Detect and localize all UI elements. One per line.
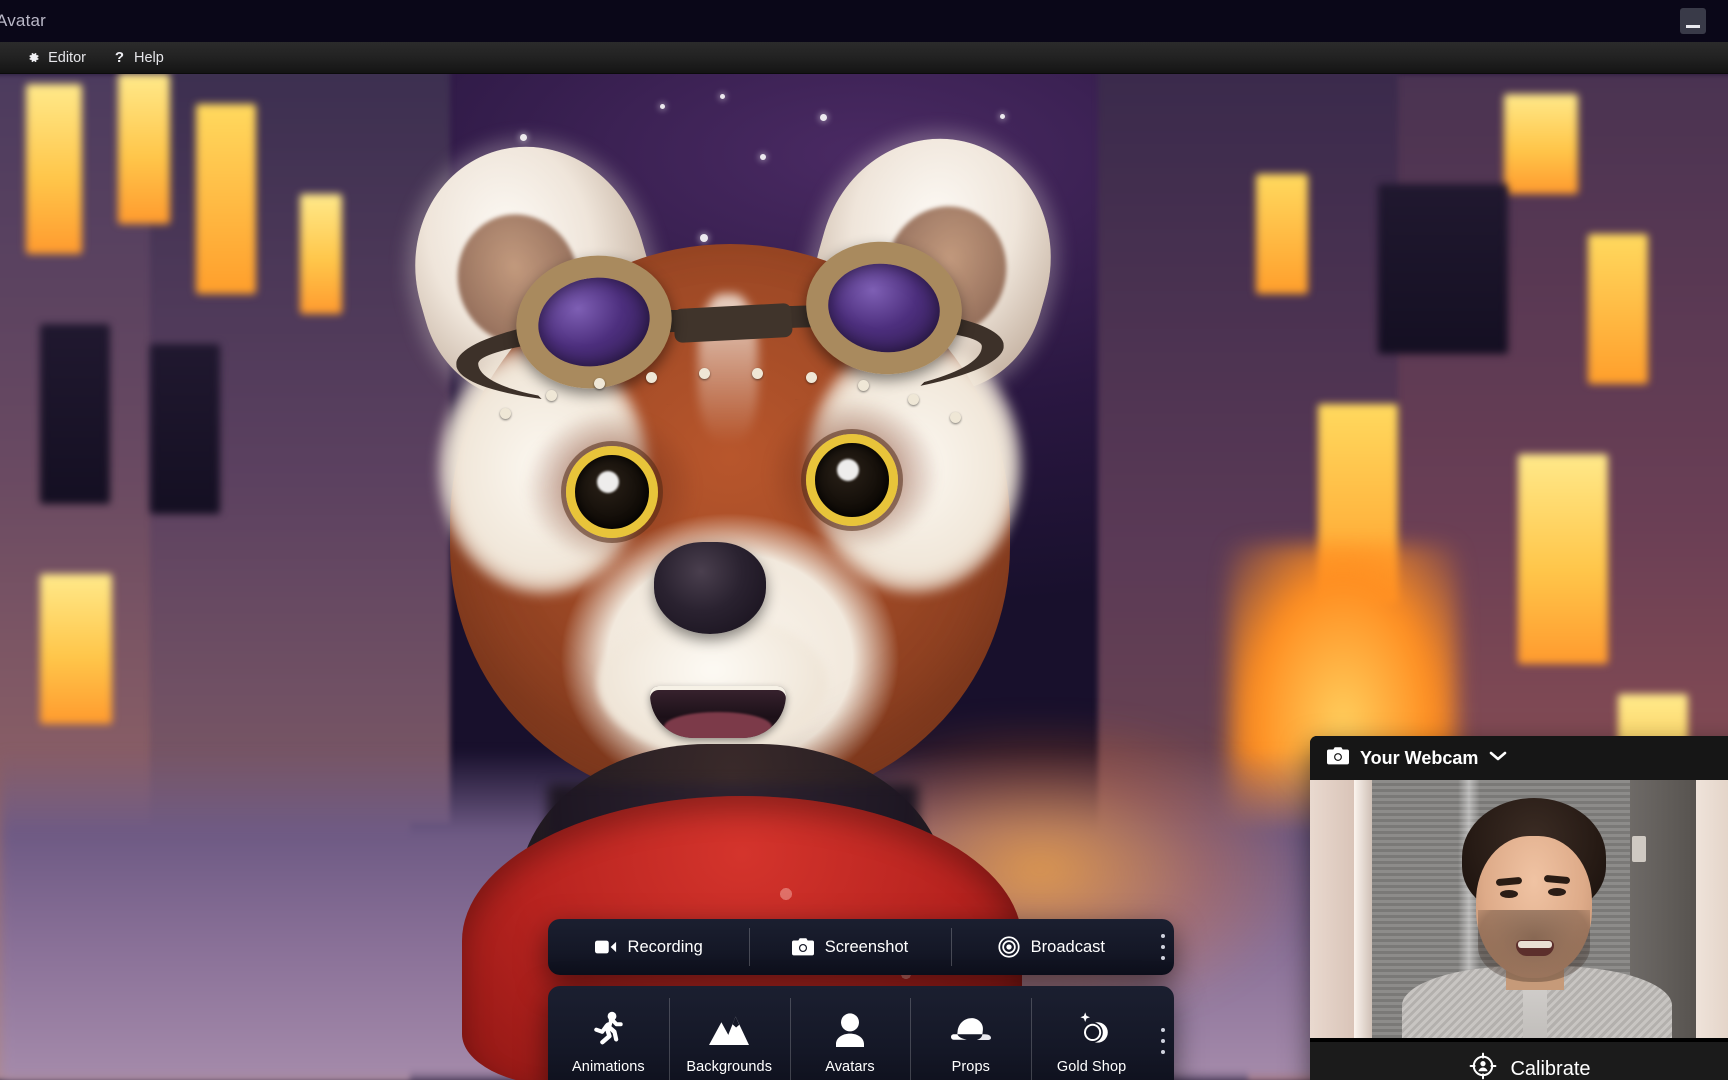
gold-coin-icon <box>1074 1007 1110 1047</box>
window-light <box>300 194 342 314</box>
gear-icon <box>26 50 41 65</box>
webcam-wall-right <box>1696 780 1728 1042</box>
calibrate-label: Calibrate <box>1510 1057 1591 1080</box>
camera-icon <box>791 938 814 956</box>
window-light <box>40 574 112 724</box>
avatar-goggle-bridge <box>673 302 793 344</box>
mountains-icon <box>709 1007 750 1047</box>
window-light <box>118 74 170 224</box>
question-mark-icon: ? <box>114 49 125 66</box>
backgrounds-button[interactable]: Backgrounds <box>668 986 790 1080</box>
drag-dot <box>1160 934 1165 938</box>
backgrounds-label: Backgrounds <box>686 1059 773 1075</box>
avatar-eye-left <box>566 446 658 538</box>
screenshot-button[interactable]: Screenshot <box>749 919 950 975</box>
window-light <box>1518 454 1608 664</box>
webcam-title: Your Webcam <box>1360 747 1479 768</box>
chevron-down-icon[interactable] <box>1489 749 1507 767</box>
window-controls <box>1680 8 1706 34</box>
gold-shop-label: Gold Shop <box>1056 1059 1127 1075</box>
person-eye-right <box>1548 888 1566 896</box>
window-dark <box>150 344 220 514</box>
menu-item-editor[interactable]: Editor <box>13 42 99 74</box>
menu-toolbar-drag-handle[interactable] <box>1152 986 1174 1080</box>
window-title: Avatar <box>0 11 47 30</box>
window-dark <box>40 324 110 504</box>
props-button[interactable]: Props <box>910 986 1031 1080</box>
minimize-button[interactable] <box>1680 8 1706 34</box>
person-icon <box>835 1007 865 1047</box>
running-person-icon <box>591 1007 625 1047</box>
avatars-label: Avatars <box>825 1059 875 1075</box>
drag-dot <box>1160 1050 1165 1054</box>
calibrate-button[interactable]: Calibrate <box>1310 1042 1728 1080</box>
webcam-wall-left <box>1310 780 1354 1042</box>
window-dark <box>1378 184 1508 354</box>
drag-dot <box>1160 1028 1165 1032</box>
recording-label: Recording <box>627 937 703 956</box>
avatars-button[interactable]: Avatars <box>789 986 911 1080</box>
drag-dot <box>1160 956 1165 960</box>
broadcast-label: Broadcast <box>1030 937 1105 956</box>
menu-item-help[interactable]: ? Help <box>99 42 177 74</box>
application-window: Avatar e Editor ? Help <box>0 0 1728 1080</box>
screenshot-label: Screenshot <box>824 937 909 956</box>
broadcast-button[interactable]: Broadcast <box>950 919 1152 975</box>
avatar-nose <box>654 542 766 634</box>
menu-bar: e Editor ? Help <box>0 42 1728 74</box>
window-light <box>1588 234 1648 384</box>
capture-toolbar-drag-handle[interactable] <box>1152 919 1174 975</box>
webcam-door-jamb <box>1354 780 1372 1042</box>
avatar-mouth <box>650 686 786 738</box>
cap-icon <box>950 1007 991 1047</box>
menu-label-editor: Editor <box>48 49 86 66</box>
avatar-tongue <box>664 712 772 738</box>
person-teeth <box>1518 941 1552 948</box>
main-menu-toolbar: Animations Backgrounds Avatars Props Gol… <box>548 986 1174 1080</box>
avatar-eye-right <box>806 434 898 526</box>
avatar-goggle-studs <box>494 368 964 428</box>
drag-dot <box>1160 1039 1165 1043</box>
gold-shop-button[interactable]: Gold Shop <box>1031 986 1152 1080</box>
webcam-door-latch <box>1632 836 1646 862</box>
video-camera-icon <box>594 939 617 955</box>
props-label: Props <box>951 1059 990 1075</box>
menu-label-help: Help <box>133 49 164 66</box>
menu-item-truncated[interactable]: e <box>0 42 13 74</box>
minimize-icon <box>1686 25 1700 28</box>
webcam-panel: Your Webcam Calibrate <box>1310 736 1728 1080</box>
title-bar: Avatar <box>0 0 1728 42</box>
video-letterbox-bottom <box>1310 1038 1728 1042</box>
person-eye-left <box>1500 890 1518 898</box>
face-target-icon <box>1469 1052 1497 1080</box>
animations-label: Animations <box>572 1059 645 1075</box>
window-light <box>196 104 256 294</box>
avatar-stage[interactable]: Recording Screenshot Broadcast Animation… <box>0 74 1728 1080</box>
camera-icon <box>1327 746 1349 770</box>
person-mouth <box>1516 940 1554 956</box>
window-light <box>26 84 82 254</box>
broadcast-icon <box>998 936 1020 958</box>
capture-toolbar: Recording Screenshot Broadcast <box>548 919 1174 975</box>
webcam-header[interactable]: Your Webcam <box>1310 736 1728 780</box>
animations-button[interactable]: Animations <box>548 986 669 1080</box>
window-light <box>1256 174 1308 294</box>
drag-dot <box>1160 945 1165 949</box>
webcam-video-feed <box>1310 780 1728 1042</box>
recording-button[interactable]: Recording <box>548 919 749 975</box>
window-light <box>1504 94 1578 194</box>
